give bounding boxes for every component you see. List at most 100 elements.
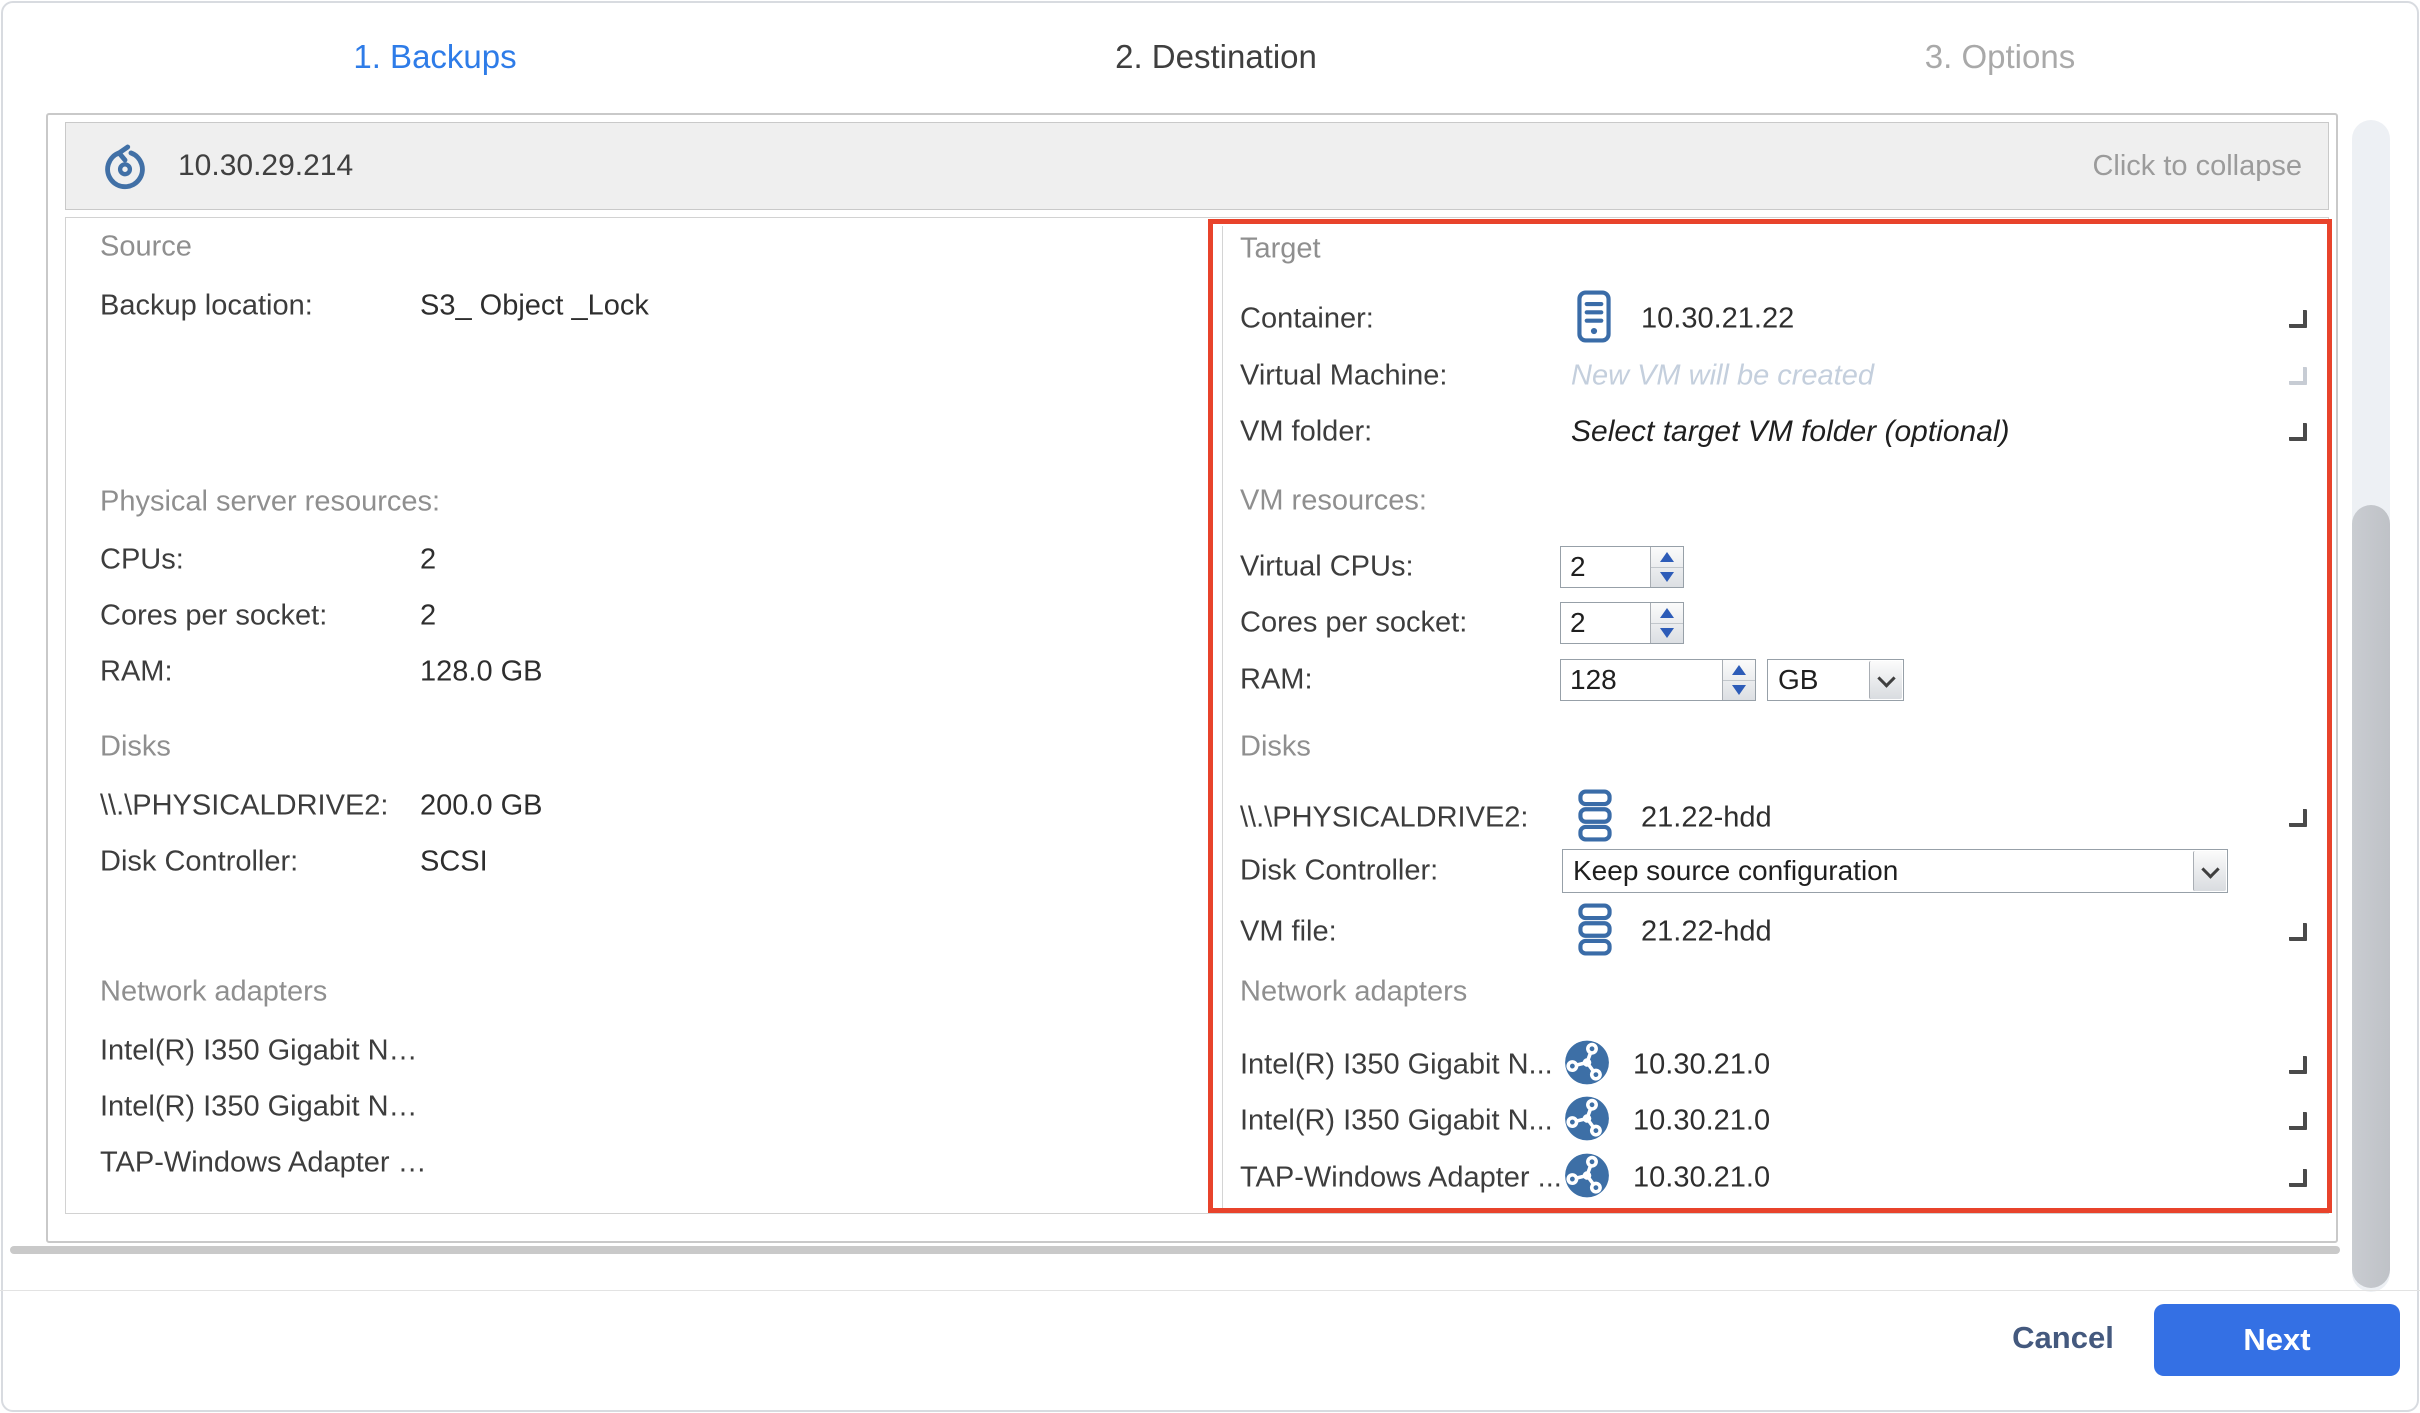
disk-controller-dropdown-button[interactable] — [2193, 851, 2226, 891]
target-adapter-2-value: 10.30.21.0 — [1633, 1105, 1770, 1138]
step-destination: 2. Destination — [1115, 38, 1317, 76]
disk-controller-value: Keep source configuration — [1573, 855, 1898, 887]
source-disk-controller-row: Disk Controller: SCSI — [64, 840, 1202, 884]
virtual-cpus-row: Virtual CPUs: — [1213, 541, 2332, 593]
virtual-cpus-spinner — [1560, 546, 1684, 588]
disk-icon — [1578, 790, 1612, 847]
backup-location-label: Backup location: — [100, 290, 313, 323]
target-heading: Target — [1240, 233, 1321, 266]
vm-folder-value[interactable]: Select target VM folder (optional) — [1571, 415, 2010, 449]
ram-input[interactable] — [1561, 660, 1722, 700]
source-disk-row: \\.\PHYSICALDRIVE2: 200.0 GB — [64, 784, 1202, 828]
source-disks-heading: Disks — [100, 731, 171, 764]
source-cpus-value: 2 — [420, 544, 436, 577]
adapter-1-dropdown-chevron-icon[interactable] — [2289, 1056, 2307, 1074]
source-network-heading: Network adapters — [100, 976, 327, 1009]
vm-file-row: VM file: 21.22-hdd — [1213, 910, 2332, 954]
source-ram-value: 128.0 GB — [420, 656, 543, 689]
source-adapter-2: Intel(R) I350 Gigabit N… — [100, 1091, 418, 1124]
horizontal-scrollbar-thumb[interactable] — [10, 1246, 2340, 1254]
target-pane: Target Container: 10.30.21.22 Virtual Ma… — [1213, 219, 2332, 1213]
target-disk-controller-label: Disk Controller: — [1240, 855, 1438, 888]
target-disks-heading: Disks — [1240, 731, 1311, 764]
source-adapter-1: Intel(R) I350 Gigabit N… — [100, 1035, 418, 1068]
source-cores-label: Cores per socket: — [100, 600, 327, 633]
vm-file-label: VM file: — [1240, 916, 1337, 949]
network-icon — [1563, 1152, 1611, 1205]
disk-controller-select[interactable]: Keep source configuration — [1562, 849, 2228, 893]
container-dropdown-chevron-icon[interactable] — [2289, 310, 2307, 328]
source-disk-label: \\.\PHYSICALDRIVE2: — [100, 790, 389, 823]
ram-unit-value: GB — [1778, 664, 1818, 696]
footer-divider — [0, 1290, 2420, 1291]
target-network-heading: Network adapters — [1240, 976, 1467, 1009]
target-adapter-row-1: Intel(R) I350 Gigabit N... 10.30.21.0 — [1213, 1043, 2332, 1087]
vm-folder-row: VM folder: Select target VM folder (opti… — [1213, 410, 2332, 454]
container-row: Container: 10.30.21.22 — [1213, 297, 2332, 341]
source-adapter-3: TAP-Windows Adapter … — [100, 1147, 427, 1180]
cores-per-socket-label: Cores per socket: — [1240, 607, 1467, 640]
target-adapter-3-value: 10.30.21.0 — [1633, 1162, 1770, 1195]
panel-header[interactable]: 10.30.29.214 Click to collapse — [65, 122, 2329, 210]
source-cpus-row: CPUs: 2 — [64, 538, 1202, 582]
target-adapter-row-3: TAP-Windows Adapter ... 10.30.21.0 — [1213, 1156, 2332, 1200]
ram-decrement-button[interactable] — [1723, 681, 1755, 701]
virtual-machine-dropdown-chevron-icon — [2289, 367, 2307, 385]
vertical-scrollbar-thumb[interactable] — [2352, 505, 2390, 1288]
step-options: 3. Options — [1925, 38, 2075, 76]
source-heading: Source — [100, 231, 192, 264]
target-disk-controller-row: Disk Controller: Keep source configurati… — [1213, 845, 2332, 897]
cancel-button[interactable]: Cancel — [2003, 1312, 2123, 1364]
network-icon — [1563, 1095, 1611, 1148]
target-disk-label: \\.\PHYSICALDRIVE2: — [1240, 802, 1529, 835]
ram-unit-select[interactable]: GB — [1767, 659, 1904, 701]
source-disk-controller-label: Disk Controller: — [100, 846, 298, 879]
target-adapter-2-label: Intel(R) I350 Gigabit N... — [1240, 1105, 1553, 1138]
target-adapter-1-value: 10.30.21.0 — [1633, 1049, 1770, 1082]
cores-increment-button[interactable] — [1651, 603, 1683, 624]
step-backups[interactable]: 1. Backups — [353, 38, 516, 76]
server-host-title: 10.30.29.214 — [178, 149, 353, 183]
cores-per-socket-input[interactable] — [1561, 603, 1650, 643]
adapter-2-dropdown-chevron-icon[interactable] — [2289, 1112, 2307, 1130]
virtual-cpus-increment-button[interactable] — [1651, 547, 1683, 568]
ram-unit-dropdown-button[interactable] — [1869, 661, 1902, 699]
backup-location-row: Backup location: S3_ Object _Lock — [64, 284, 1202, 328]
target-adapter-row-2: Intel(R) I350 Gigabit N... 10.30.21.0 — [1213, 1099, 2332, 1143]
vm-folder-dropdown-chevron-icon[interactable] — [2289, 423, 2307, 441]
virtual-machine-label: Virtual Machine: — [1240, 360, 1447, 393]
source-disk-controller-value: SCSI — [420, 846, 488, 879]
vm-resources-heading: VM resources: — [1240, 485, 1427, 518]
source-disk-value: 200.0 GB — [420, 790, 543, 823]
target-ram-row: RAM: GB — [1213, 654, 2332, 706]
collapse-hint[interactable]: Click to collapse — [2092, 150, 2302, 183]
network-icon — [1563, 1039, 1611, 1092]
target-disk-row: \\.\PHYSICALDRIVE2: 21.22-hdd — [1213, 796, 2332, 840]
source-cpus-label: CPUs: — [100, 544, 184, 577]
container-server-icon — [1576, 291, 1612, 348]
source-ram-label: RAM: — [100, 656, 173, 689]
cores-decrement-button[interactable] — [1651, 624, 1683, 644]
target-disk-value: 21.22-hdd — [1641, 802, 1772, 835]
source-cores-row: Cores per socket: 2 — [64, 594, 1202, 638]
restore-point-icon — [100, 141, 150, 191]
vm-file-disk-icon — [1578, 904, 1612, 961]
next-button[interactable]: Next — [2154, 1304, 2400, 1376]
virtual-cpus-decrement-button[interactable] — [1651, 568, 1683, 588]
vm-file-value: 21.22-hdd — [1641, 916, 1772, 949]
ram-increment-button[interactable] — [1723, 660, 1755, 681]
source-ram-row: RAM: 128.0 GB — [64, 650, 1202, 694]
target-adapter-3-label: TAP-Windows Adapter ... — [1240, 1162, 1562, 1195]
container-label: Container: — [1240, 303, 1374, 336]
target-disk-dropdown-chevron-icon[interactable] — [2289, 809, 2307, 827]
vm-file-dropdown-chevron-icon[interactable] — [2289, 923, 2307, 941]
virtual-cpus-label: Virtual CPUs: — [1240, 551, 1414, 584]
virtual-cpus-input[interactable] — [1561, 547, 1650, 587]
vm-folder-label: VM folder: — [1240, 416, 1372, 449]
adapter-3-dropdown-chevron-icon[interactable] — [2289, 1169, 2307, 1187]
physical-resources-heading: Physical server resources: — [100, 486, 440, 519]
source-cores-value: 2 — [420, 600, 436, 633]
source-pane: Source Backup location: S3_ Object _Lock… — [64, 217, 1202, 1214]
cores-per-socket-row: Cores per socket: — [1213, 597, 2332, 649]
virtual-machine-value: New VM will be created — [1571, 360, 1874, 393]
